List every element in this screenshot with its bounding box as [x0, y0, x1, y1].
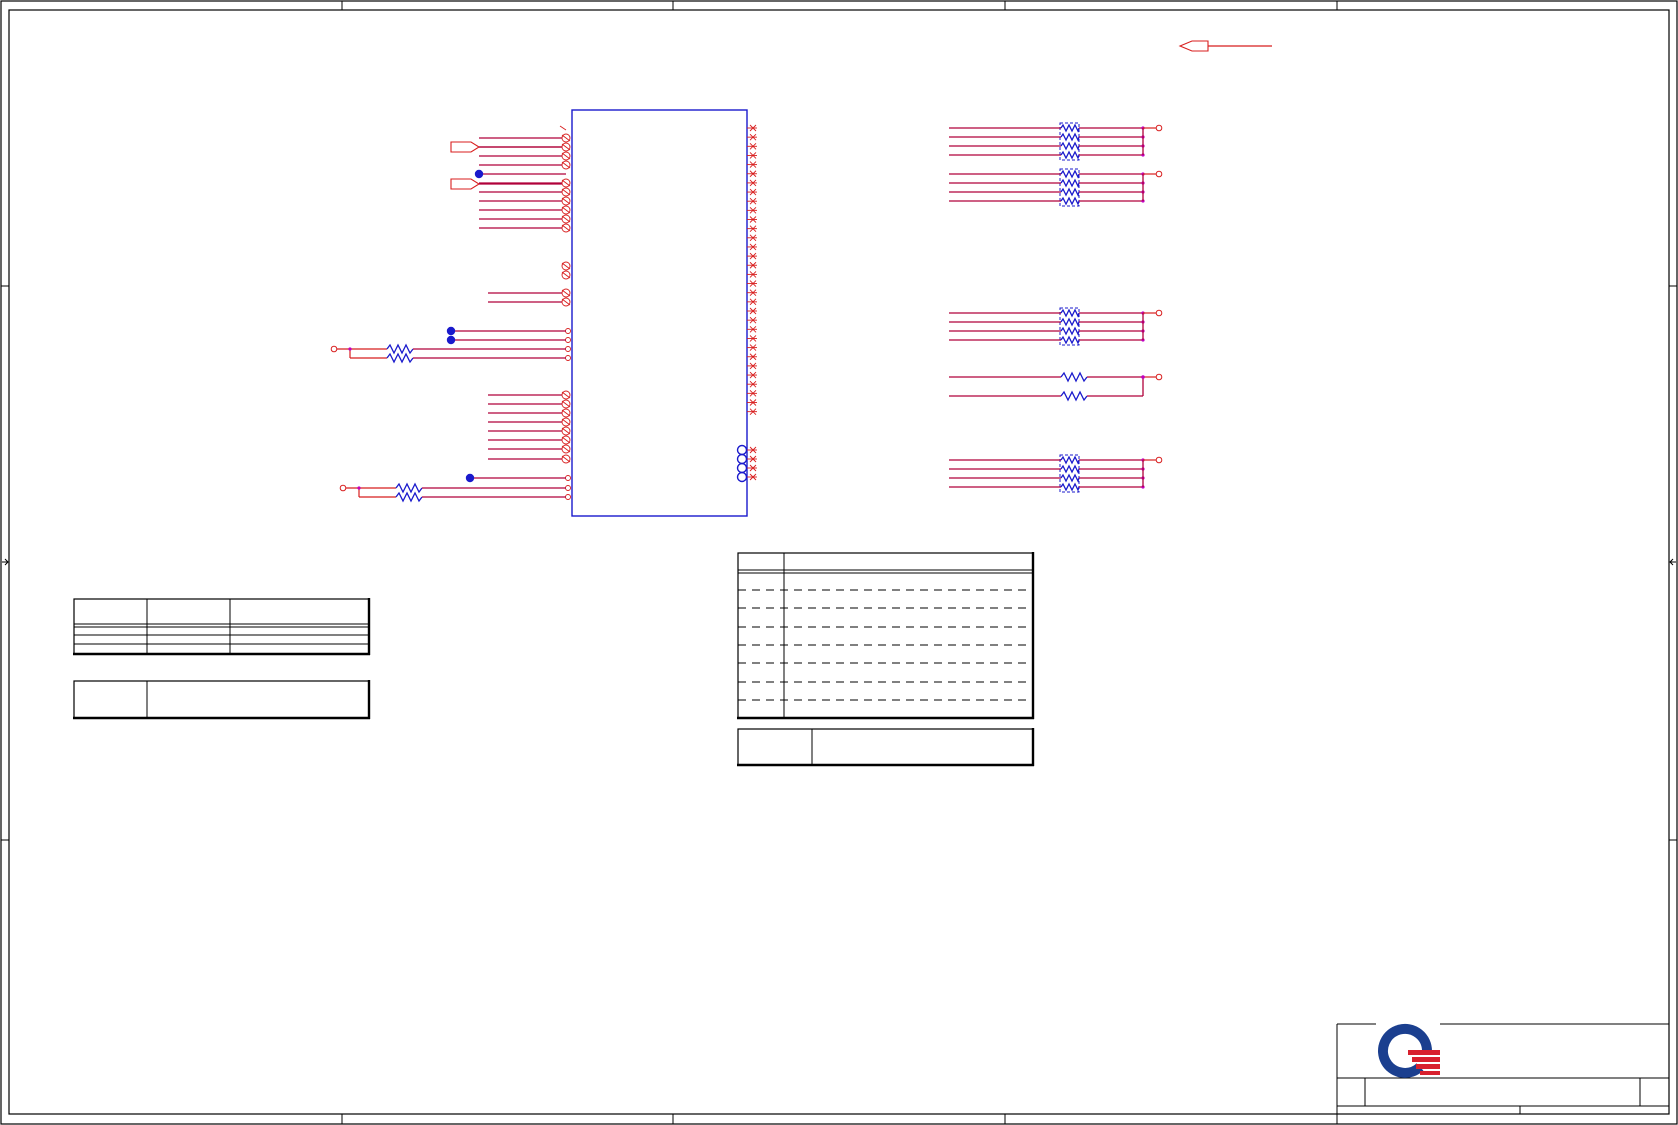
left-pin-mark — [561, 289, 571, 297]
center-table-1 — [737, 552, 1035, 720]
rnet-resistor — [1060, 169, 1080, 179]
schematic-sheet — [0, 0, 1678, 1125]
left-pin-small — [565, 475, 571, 481]
junction-dots — [446, 169, 566, 483]
left-pin-mark — [561, 455, 571, 463]
left-pin-mark — [561, 143, 571, 151]
rnet-resistor — [1060, 123, 1080, 133]
rnet-resistor — [1060, 464, 1080, 474]
main-ic — [571, 109, 748, 517]
right-single-resistors — [949, 371, 1163, 402]
rnet-resistor — [1060, 326, 1080, 336]
left-resistor-group-2 — [339, 482, 566, 503]
rnet-resistor — [1060, 482, 1080, 492]
resistor-network-1 — [949, 122, 1163, 161]
left-pin-mark — [561, 418, 571, 426]
left-pin-small — [565, 346, 571, 352]
rnet-resistor — [1060, 455, 1080, 465]
left-resistor-group-1 — [330, 343, 566, 364]
left-pin-mark — [561, 409, 571, 417]
rnet-resistor — [1060, 317, 1080, 327]
left-table-1 — [73, 598, 371, 656]
rnet-resistor — [1060, 178, 1080, 188]
resistor-network-4 — [949, 454, 1163, 493]
rnet-terminal — [1155, 124, 1163, 132]
left-nc — [559, 125, 567, 131]
left-pin-mark — [561, 427, 571, 435]
rnet-resistor — [1060, 187, 1080, 197]
sheet-border — [0, 0, 1678, 1125]
offpage-port-2 — [450, 178, 481, 190]
left-pin-mark — [561, 436, 571, 444]
left-pin-small — [565, 328, 571, 334]
left-pin-small — [565, 494, 571, 500]
left-pin-mark — [561, 215, 571, 223]
rnet-resistor — [1060, 150, 1080, 160]
left-pin-mark — [561, 400, 571, 408]
schematic-canvas — [0, 0, 1678, 1125]
resistor-network-3 — [949, 307, 1163, 346]
rnet-terminal — [1155, 170, 1163, 178]
left-pin-mark — [561, 224, 571, 232]
left-pin-mark — [561, 152, 571, 160]
rnet-terminal — [1155, 309, 1163, 317]
left-pin-mark — [561, 262, 571, 270]
left-pin-mark — [561, 134, 571, 142]
rnet-resistor — [1060, 308, 1080, 318]
left-pin-mark — [561, 391, 571, 399]
left-pin-small — [565, 337, 571, 343]
rnet-resistor — [1060, 132, 1080, 142]
offpage-port-top — [1178, 40, 1272, 52]
right-noconnect-pins — [747, 124, 757, 481]
left-pin-mark — [561, 197, 571, 205]
left-pin-small — [565, 485, 571, 491]
right-pin-markers — [736, 444, 748, 483]
left-signal-wires — [479, 137, 562, 460]
resistor-network-2 — [949, 168, 1163, 207]
left-pin-mark — [561, 271, 571, 279]
left-pin-markers — [559, 125, 571, 500]
quanta-logo-icon — [1378, 1023, 1440, 1078]
left-pin-mark — [561, 161, 571, 169]
rnet-resistor — [1060, 473, 1080, 483]
rnet-resistor — [1060, 196, 1080, 206]
right-resistor-networks — [949, 122, 1163, 493]
rnet-terminal — [1155, 456, 1163, 464]
rnet-resistor — [1060, 335, 1080, 345]
left-pin-mark — [561, 179, 571, 187]
left-table-2 — [73, 680, 371, 720]
offpage-port-1 — [450, 141, 481, 153]
center-table-2 — [737, 728, 1035, 767]
rnet-resistor — [1060, 141, 1080, 151]
left-pin-small — [565, 355, 571, 361]
left-pin-mark — [561, 298, 571, 306]
left-pin-mark — [561, 188, 571, 196]
left-pin-mark — [561, 206, 571, 214]
left-pin-mark — [561, 445, 571, 453]
